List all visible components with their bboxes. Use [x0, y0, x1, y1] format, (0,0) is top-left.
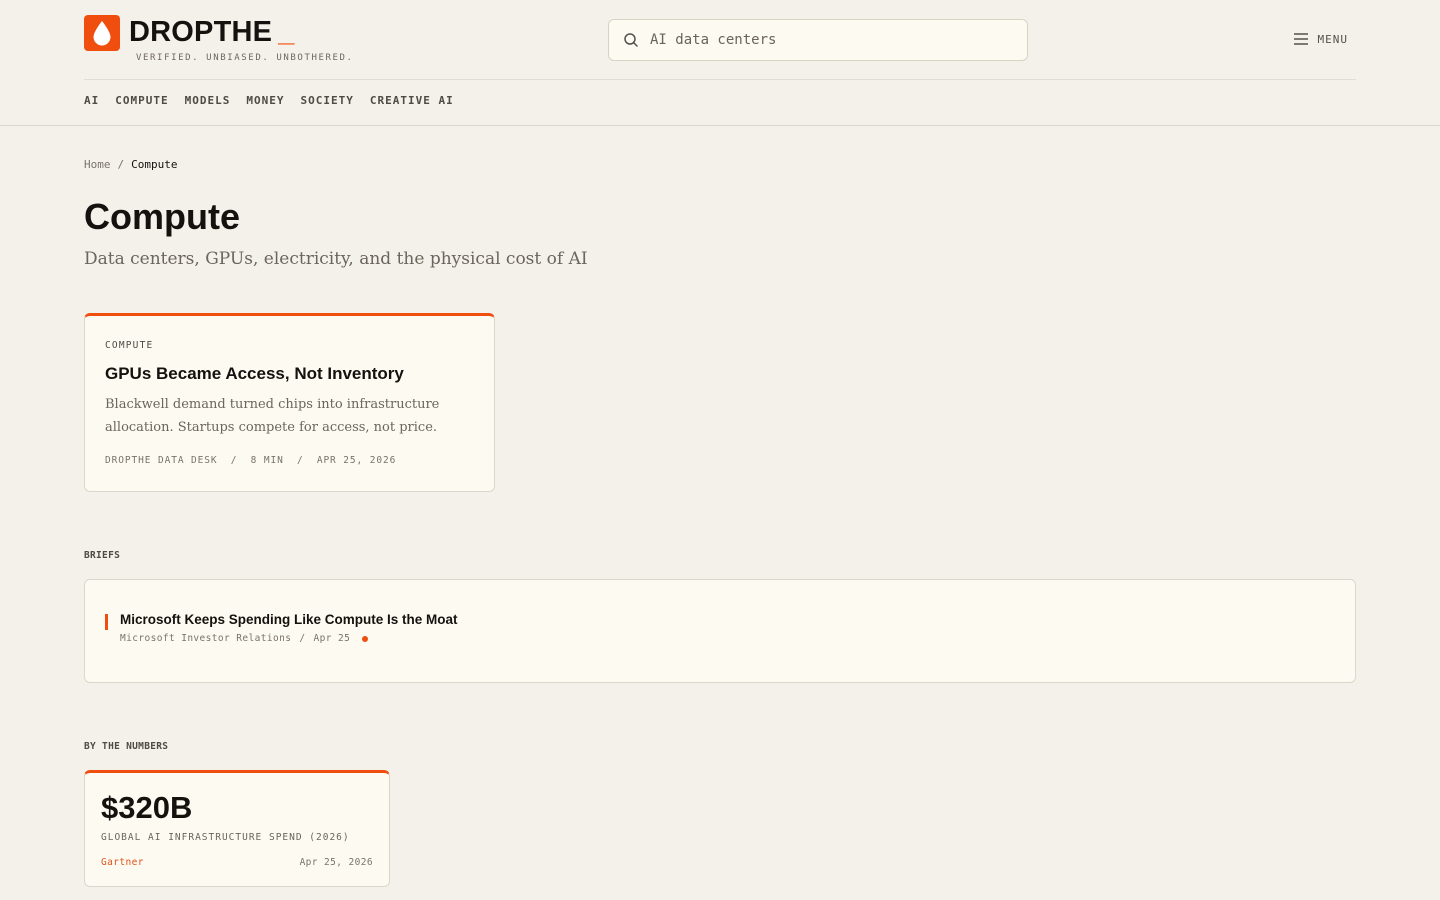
drop-logo-icon [84, 15, 120, 51]
numbers-section-label: BY THE NUMBERS [84, 741, 169, 752]
nav-item-ai[interactable]: AI [84, 94, 99, 107]
logo-cursor: _ [278, 16, 295, 48]
breadcrumb-home-link[interactable]: Home [84, 158, 111, 171]
hamburger-icon [1293, 33, 1308, 45]
page-title: Compute [84, 196, 240, 237]
search-icon [624, 33, 638, 47]
nav-item-compute[interactable]: COMPUTE [115, 94, 168, 107]
article-meta: DROPTHE DATA DESK / 8 MIN / APR 25, 2026 [105, 455, 397, 466]
breadcrumb: Home / Compute [84, 158, 177, 171]
brief-title[interactable]: Microsoft Keeps Spending Like Compute Is… [120, 612, 458, 627]
stat-card[interactable]: $320B GLOBAL AI INFRASTRUCTURE SPEND (20… [84, 770, 390, 887]
brief-date: Apr 25 [313, 633, 351, 644]
site-logo[interactable]: DROPTHE _ VERIFIED. UNBIASED. UNBOTHERED. [84, 15, 352, 63]
brief-meta-separator: / [299, 633, 306, 644]
breadcrumb-current: Compute [131, 158, 178, 171]
stat-value: $320B [101, 790, 193, 825]
article-dek: Blackwell demand turned chips into infra… [105, 397, 440, 435]
stat-label: GLOBAL AI INFRASTRUCTURE SPEND (2026) [101, 832, 350, 843]
nav-item-creative-ai[interactable]: CREATIVE AI [370, 94, 454, 107]
breadcrumb-separator: / [117, 158, 125, 171]
menu-label: MENU [1317, 32, 1348, 46]
article-kicker: COMPUTE [105, 340, 154, 351]
header-top-bar: DROPTHE _ VERIFIED. UNBIASED. UNBOTHERED.… [84, 0, 1356, 80]
brief-meta: Microsoft Investor Relations / Apr 25 [120, 633, 458, 644]
brief-source: Microsoft Investor Relations [120, 633, 292, 644]
new-indicator-dot [362, 635, 369, 642]
search-input[interactable] [650, 32, 990, 48]
article-headline[interactable]: GPUs Became Access, Not Inventory [105, 364, 474, 384]
featured-article-card[interactable]: COMPUTE GPUs Became Access, Not Inventor… [84, 313, 495, 492]
page-subtitle: Data centers, GPUs, electricity, and the… [84, 249, 588, 269]
stat-source-link[interactable]: Gartner [101, 857, 144, 868]
stat-date: Apr 25, 2026 [299, 857, 373, 868]
nav-item-society[interactable]: SOCIETY [300, 94, 353, 107]
briefs-list: Microsoft Keeps Spending Like Compute Is… [84, 579, 1356, 683]
brief-accent-bar [105, 614, 108, 630]
search-box[interactable] [608, 19, 1028, 61]
logo-tagline: VERIFIED. UNBIASED. UNBOTHERED. [136, 53, 354, 63]
header-divider [0, 125, 1440, 126]
nav-item-models[interactable]: MODELS [185, 94, 231, 107]
briefs-section-label: BRIEFS [84, 550, 121, 561]
brief-item[interactable]: Microsoft Keeps Spending Like Compute Is… [105, 612, 458, 644]
nav-item-money[interactable]: MONEY [246, 94, 284, 107]
logo-wordmark: DROPTHE _ [129, 16, 295, 48]
stat-footer: Gartner Apr 25, 2026 [101, 857, 373, 868]
menu-button[interactable]: MENU [1293, 32, 1349, 46]
category-nav: AI COMPUTE MODELS MONEY SOCIETY CREATIVE… [84, 94, 454, 107]
